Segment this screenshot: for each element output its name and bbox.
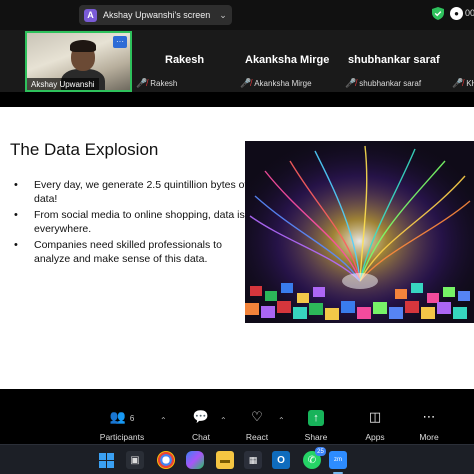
data-explosion-illustration [245,141,474,323]
mic-muted-icon: 🎤̸ [136,78,148,88]
slide-bullet: From social media to online shopping, da… [14,208,250,236]
participant-sub-label: Akanksha Mirge [254,79,312,88]
windows-taskbar: ▣ ▬ ▦ O ✆ 25 zm [0,444,474,474]
shared-slide: The Data Explosion Every day, we generat… [0,107,474,389]
chevron-down-icon[interactable]: ⌄ [219,10,227,21]
react-button[interactable]: ♡ React [227,409,287,442]
notification-badge: 25 [315,447,326,456]
shield-check-icon[interactable] [432,7,444,20]
participants-label: Participants [99,432,145,442]
react-options-caret[interactable]: ⌃ [278,416,285,425]
participants-button[interactable]: 👥 6 Participants [92,409,152,442]
whatsapp-icon[interactable]: ✆ 25 [303,447,326,469]
mic-muted-icon: 🎤̸ [452,78,464,88]
store-icon[interactable]: ▦ [244,451,262,469]
share-label: Share [304,432,328,442]
slide-title: The Data Explosion [10,140,159,159]
react-label: React [245,432,269,442]
participants-options-caret[interactable]: ⌃ [160,416,167,425]
slide-bullet-list: Every day, we generate 2.5 quintillion b… [14,178,250,268]
task-view-icon[interactable]: ▣ [126,451,144,469]
slide-bullet: Companies need skilled professionals to … [14,238,250,266]
zoom-icon[interactable]: zm [329,451,347,469]
participant-name: shubhankar saraf [348,54,440,66]
copilot-icon[interactable] [186,451,204,469]
clock-icon: ● [450,7,463,20]
windows-logo-icon [98,452,114,468]
apps-icon: ◫ [368,409,382,424]
participant-name: Akanksha Mirge [245,54,330,66]
apps-button[interactable]: ◫ Apps [345,409,405,442]
participant-count: 6 [129,414,135,423]
sharer-avatar-badge: A [84,8,97,22]
more-label: More [419,432,439,442]
apps-label: Apps [365,432,385,442]
outlook-icon[interactable]: O [272,451,290,469]
more-dots-icon: ⋯ [422,409,436,424]
mic-muted-icon: 🎤̸ [240,78,252,88]
more-button[interactable]: ⋯ More [399,409,459,442]
share-button[interactable]: ↑ Share [286,409,346,442]
windows-start-button[interactable] [97,451,115,469]
participant-sub-label: shubhankar saraf [359,79,422,88]
participant-sub-label: KH [466,79,474,88]
share-screen-icon: ↑ [308,410,324,426]
more-options-button[interactable]: ··· [113,36,127,48]
mic-muted-icon: 🎤̸ [345,78,357,88]
file-explorer-icon[interactable]: ▬ [216,451,234,469]
screen-share-indicator[interactable]: A Akshay Upwanshi's screen ⌄ [79,5,232,25]
chrome-icon[interactable] [157,451,175,469]
slide-bullet: Every day, we generate 2.5 quintillion b… [14,178,250,206]
people-icon: 👥 [109,409,126,424]
top-bar: A Akshay Upwanshi's screen ⌄ ● 00: [0,0,474,30]
meeting-timer: 00: [465,8,474,18]
chat-options-caret[interactable]: ⌃ [220,416,227,425]
participant-name-label: Akshay Upwanshi [27,78,99,90]
participant-video-tile[interactable]: ··· Akshay Upwanshi [25,31,132,92]
participant-sub-label: Rakesh [150,79,178,88]
chat-button[interactable]: 💬 Chat [171,409,231,442]
chat-label: Chat [192,432,210,442]
participant-name: Rakesh [165,54,205,66]
meeting-toolbar: 👥 6 Participants ⌃ 💬 Chat ⌃ ♡ React ⌃ ↑ S… [0,389,474,444]
screen-share-title: Akshay Upwanshi's screen [103,10,211,20]
